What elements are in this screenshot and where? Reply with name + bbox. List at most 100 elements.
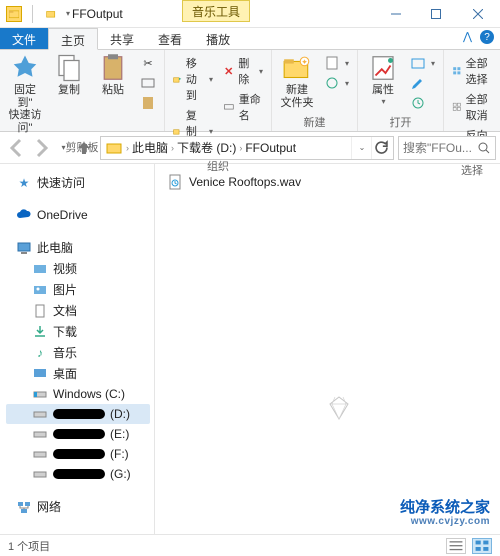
up-button[interactable] [72,136,96,160]
ribbon-collapse-help: ⋀ ? [463,30,494,44]
delete-icon: ✕ [223,63,234,79]
tab-play[interactable]: 播放 [194,28,242,49]
breadcrumb-ffoutput[interactable]: FFOutput [243,141,298,155]
file-list-area[interactable]: Venice Rooftops.wav [155,164,500,534]
breadcrumb-drive-d[interactable]: 下载卷 (D:) [175,139,238,156]
new-folder-button[interactable]: ✦ 新建 文件夹 [276,52,318,111]
open-icon [410,55,426,71]
onedrive-icon [16,207,32,223]
ribbon-group-clipboard: 固定到" 快速访问" 复制 粘贴 ✂ 剪贴板 [0,50,165,131]
contextual-tab-music-tools[interactable]: 音乐工具 [182,0,250,22]
file-item[interactable]: Venice Rooftops.wav [165,172,490,192]
tree-drive-f[interactable]: (F:) [6,444,150,464]
item-count: 1 个项目 [8,538,50,554]
brand-url: www.cvjzy.com [411,516,490,527]
paste-button[interactable]: 粘贴 [92,52,134,99]
redacted-label [53,449,105,459]
tree-drive-c[interactable]: Windows (C:) [6,384,150,404]
redacted-label [53,429,105,439]
rename-icon [223,99,235,115]
ribbon-tabs: 文件 主页 共享 查看 播放 ⋀ ? [0,28,500,50]
qat-separator [32,5,33,23]
address-dropdown-button[interactable]: ⌄ [351,137,371,159]
tree-videos[interactable]: 视频 [6,258,150,279]
view-details-button[interactable] [446,538,466,554]
ribbon-group-open: 属性▾ ▾ 打开 [358,50,444,131]
file-name: Venice Rooftops.wav [189,175,301,189]
tree-desktop[interactable]: 桌面 [6,363,150,384]
search-placeholder: 搜索"FFOu... [403,139,472,156]
easy-access-icon [324,75,340,91]
quick-access-icon: ★ [16,175,32,191]
forward-button[interactable] [30,136,54,160]
help-icon[interactable]: ? [480,30,494,44]
paste-shortcut-button[interactable] [136,94,160,112]
properties-button[interactable]: 属性▾ [362,52,404,108]
tree-downloads[interactable]: 下载 [6,321,150,342]
tree-network[interactable]: 网络 [6,496,150,517]
recent-locations-button[interactable]: ▾ [56,136,70,160]
body-area: ★快速访问 OneDrive 此电脑 视频 图片 文档 下载 ♪音乐 桌面 Wi… [0,164,500,534]
move-to-button[interactable]: 移动到▾ [169,54,217,104]
cut-button[interactable]: ✂ [136,54,160,72]
close-button[interactable] [456,0,500,28]
select-all-icon [452,63,462,79]
qat-folder-icon[interactable] [43,6,59,22]
svg-text:✦: ✦ [301,58,307,67]
view-icons-button[interactable] [472,538,492,554]
ribbon-body: 固定到" 快速访问" 复制 粘贴 ✂ 剪贴板 移动到▾ 复制到▾ [0,50,500,132]
copy-path-button[interactable] [136,74,160,92]
tab-view[interactable]: 查看 [146,28,194,49]
desktop-icon [32,366,48,382]
copy-button[interactable]: 复制 [48,52,90,99]
tree-pictures[interactable]: 图片 [6,279,150,300]
edit-button[interactable] [406,74,439,92]
documents-icon [32,303,48,319]
tree-drive-e[interactable]: (E:) [6,424,150,444]
delete-button[interactable]: ✕删除▾ [219,54,267,88]
tab-file[interactable]: 文件 [0,28,48,49]
minimize-button[interactable] [376,0,416,28]
drive-icon [32,386,48,402]
qat-dropdown-icon[interactable]: ▾ [66,9,70,18]
rename-button[interactable]: 重命名 [219,90,267,124]
tree-drive-g[interactable]: (G:) [6,464,150,484]
tree-onedrive[interactable]: OneDrive [6,205,150,225]
navigation-bar: ▾ › 此电脑 › 下载卷 (D:) › FFOutput ⌄ 搜索"FFOu.… [0,132,500,164]
breadcrumb-this-pc[interactable]: 此电脑 [130,139,170,156]
paste-icon [98,54,128,82]
navigation-tree: ★快速访问 OneDrive 此电脑 视频 图片 文档 下载 ♪音乐 桌面 Wi… [0,164,155,534]
pin-to-quick-access-button[interactable]: 固定到" 快速访问" [4,52,46,137]
edit-icon [410,75,426,91]
tree-quick-access[interactable]: ★快速访问 [6,172,150,193]
redacted-label [53,469,105,479]
search-icon [477,141,491,155]
select-none-button[interactable]: 全部取消 [448,90,496,124]
address-bar[interactable]: › 此电脑 › 下载卷 (D:) › FFOutput ⌄ [100,136,394,160]
history-button[interactable] [406,94,439,112]
refresh-button[interactable] [371,137,391,159]
tab-share[interactable]: 共享 [98,28,146,49]
back-button[interactable] [4,136,28,160]
cut-icon: ✂ [140,55,156,71]
tree-drive-d[interactable]: (D:) [6,404,150,424]
copy-icon [54,54,84,82]
tree-documents[interactable]: 文档 [6,300,150,321]
new-item-button[interactable]: ▾ [320,54,353,72]
new-folder-icon: ✦ [282,54,312,82]
search-box[interactable]: 搜索"FFOu... [398,136,496,160]
properties-icon [368,54,398,82]
maximize-button[interactable] [416,0,456,28]
drive-icon [32,426,48,442]
paste-shortcut-icon [140,95,156,111]
tree-this-pc[interactable]: 此电脑 [6,237,150,258]
easy-access-button[interactable]: ▾ [320,74,353,92]
tab-home[interactable]: 主页 [48,28,98,50]
ribbon-collapse-icon[interactable]: ⋀ [463,30,472,44]
select-all-button[interactable]: 全部选择 [448,54,496,88]
open-button[interactable]: ▾ [406,54,439,72]
ribbon-group-new: ✦ 新建 文件夹 ▾ ▾ 新建 [272,50,358,131]
tree-music[interactable]: ♪音乐 [6,342,150,363]
music-icon: ♪ [32,345,48,361]
drive-icon [32,446,48,462]
